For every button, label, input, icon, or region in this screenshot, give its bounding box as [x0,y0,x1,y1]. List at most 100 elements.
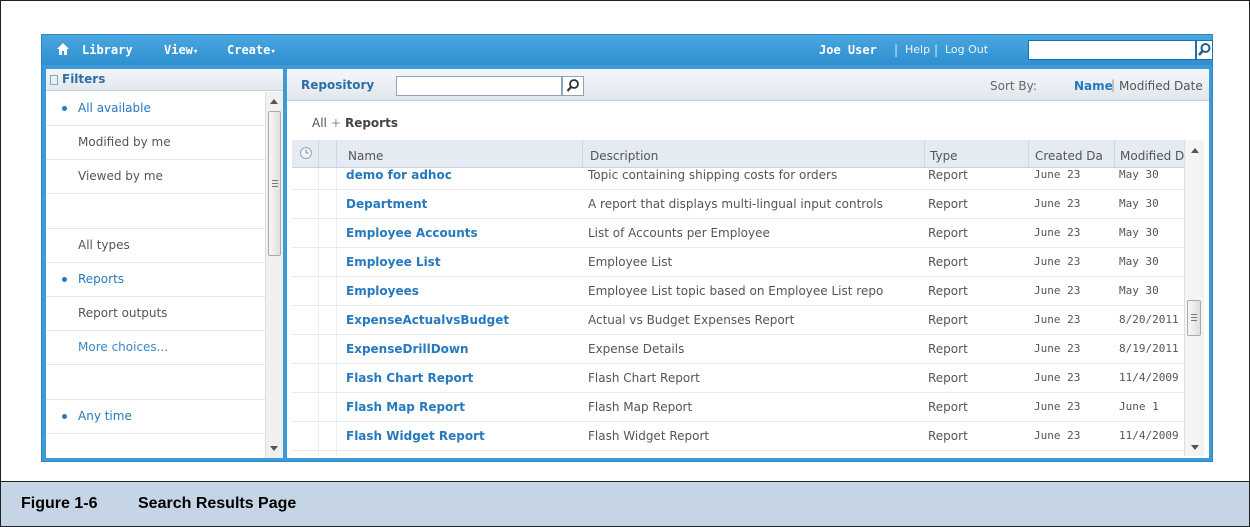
report-description: Actual vs Budget Expenses Report [588,313,795,327]
table-row[interactable]: Employees Employee List topic based on Em… [292,277,1184,306]
sort-by-name[interactable]: Name [1074,79,1113,93]
filter-viewed-by-me[interactable]: Viewed by me [46,160,265,194]
breadcrumb: All + Reports [312,116,398,130]
table-header: Name Description Type Created Da Modifie… [292,140,1186,168]
menu-create[interactable]: Create▾ [227,43,276,57]
breadcrumb-root[interactable]: All [312,116,327,130]
scroll-up-arrow-icon[interactable] [270,99,278,104]
table-row[interactable]: Employee Accounts List of Accounts per Em… [292,219,1184,248]
table-row[interactable]: Flash Chart Report Flash Chart Report Repo… [292,364,1184,393]
table-row[interactable]: Flash Widget Report Flash Widget Report Re… [292,422,1184,451]
current-user: Joe User [819,43,877,57]
filter-reports[interactable]: Reports [46,263,265,297]
report-modified-date: May 30 [1119,197,1159,210]
filter-report-outputs[interactable]: Report outputs [46,297,265,331]
table-row[interactable]: Flash Map Report Flash Map Report Report Ju… [292,393,1184,422]
report-created-date: June 23 [1034,255,1081,268]
filter-modified-by-me[interactable]: Modified by me [46,126,265,160]
column-header-name[interactable]: Name [348,149,383,163]
scroll-down-arrow-icon[interactable] [270,446,278,451]
report-description: Expense Details [588,342,685,356]
report-modified-date: 11/4/2009 [1119,429,1179,442]
filters-scrollbar[interactable] [265,92,283,458]
report-created-date: June 23 [1034,197,1081,210]
report-description: A report that displays multi-lingual inp… [588,197,883,211]
column-header-created-date[interactable]: Created Da [1035,149,1113,163]
results-table-body: demo for adhoc Topic containing shipping … [292,168,1184,456]
column-header-description[interactable]: Description [590,149,658,163]
scroll-down-arrow-icon[interactable] [1191,445,1199,450]
global-search-button[interactable] [1196,40,1213,60]
repository-search-input[interactable] [396,76,562,96]
report-modified-date: 8/20/2011 [1119,313,1179,326]
report-name-link[interactable]: Employee List [346,255,441,269]
report-name-link[interactable]: ExpenseDrillDown [346,342,469,356]
menu-library[interactable]: Library [82,43,133,57]
chevron-down-icon: ▾ [270,47,276,57]
repository-search-button[interactable] [562,76,584,96]
filter-more-choices[interactable]: More choices... [46,331,265,365]
report-modified-date: May 30 [1119,284,1159,297]
report-type: Report [928,400,968,414]
report-type: Report [928,255,968,269]
table-row[interactable]: demo for adhoc Topic containing shipping … [292,168,1184,190]
table-row[interactable]: ExpenseActualvsBudget Actual vs Budget Ex… [292,306,1184,335]
report-type: Report [928,197,968,211]
separator: | [1111,78,1116,92]
scroll-up-arrow-icon[interactable] [1191,148,1199,153]
filter-any-time[interactable]: Any time [46,400,265,434]
report-created-date: June 23 [1034,429,1081,442]
report-created-date: June 23 [1034,342,1081,355]
collapse-panel-icon[interactable] [50,75,58,85]
help-link[interactable]: Help [905,43,930,56]
report-description: List of Accounts per Employee [588,226,770,240]
logout-link[interactable]: Log Out [945,43,988,56]
sort-by-modified-date[interactable]: Modified Date [1119,79,1203,93]
plus-icon: + [330,116,341,130]
filter-all-available[interactable]: All available [46,92,265,126]
figure-title: Search Results Page [138,495,297,512]
report-name-link[interactable]: Employee Accounts [346,226,478,240]
filter-spacer [46,365,265,400]
report-name-link[interactable]: Department [346,197,427,211]
report-name-link[interactable]: ExpenseActualvsBudget [346,313,509,327]
report-description: Flash Widget Report [588,429,710,443]
report-name-link[interactable]: Flash Widget Report [346,429,485,443]
search-icon [1198,43,1211,56]
column-header-modified-date[interactable]: Modified Da [1120,149,1186,163]
report-description: Flash Map Report [588,400,693,414]
report-description: Topic containing shipping costs for orde… [588,168,838,182]
search-icon [566,79,579,92]
repository-panel: Repository Sort By: Name | Modified Date… [287,69,1209,458]
report-modified-date: 11/4/2009 [1119,371,1179,384]
report-name-link[interactable]: Flash Chart Report [346,371,473,385]
home-icon[interactable] [56,42,70,56]
column-header-type[interactable]: Type [930,149,958,163]
table-row[interactable]: Employee List Employee List Report June 23 M… [292,248,1184,277]
report-created-date: June 23 [1034,226,1081,239]
figure-caption: Figure 1-6 Search Results Page [1,481,1249,526]
report-name-link[interactable]: demo for adhoc [346,168,452,182]
scrollbar-thumb[interactable] [1187,300,1201,336]
table-row[interactable]: Department A report that displays multi-l… [292,190,1184,219]
report-description: Employee List [588,255,673,269]
report-description: Flash Chart Report [588,371,700,385]
breadcrumb-current: Reports [344,116,398,130]
results-scrollbar[interactable] [1184,140,1204,456]
report-type: Report [928,313,968,327]
scrollbar-thumb[interactable] [268,111,281,256]
filter-all-types[interactable]: All types [46,229,265,263]
report-created-date: June 23 [1034,400,1081,413]
menu-view[interactable]: View▾ [164,43,198,57]
report-type: Report [928,168,968,182]
separator: | [934,43,939,57]
report-modified-date: 8/19/2011 [1119,342,1179,355]
report-created-date: June 23 [1034,168,1081,181]
sort-by-label: Sort By: [990,79,1037,93]
filter-spacer [46,194,265,229]
global-search-input[interactable] [1028,40,1196,60]
report-name-link[interactable]: Employees [346,284,419,298]
report-type: Report [928,342,968,356]
table-row[interactable]: ExpenseDrillDown Expense Details Report Jun… [292,335,1184,364]
report-name-link[interactable]: Flash Map Report [346,400,465,414]
